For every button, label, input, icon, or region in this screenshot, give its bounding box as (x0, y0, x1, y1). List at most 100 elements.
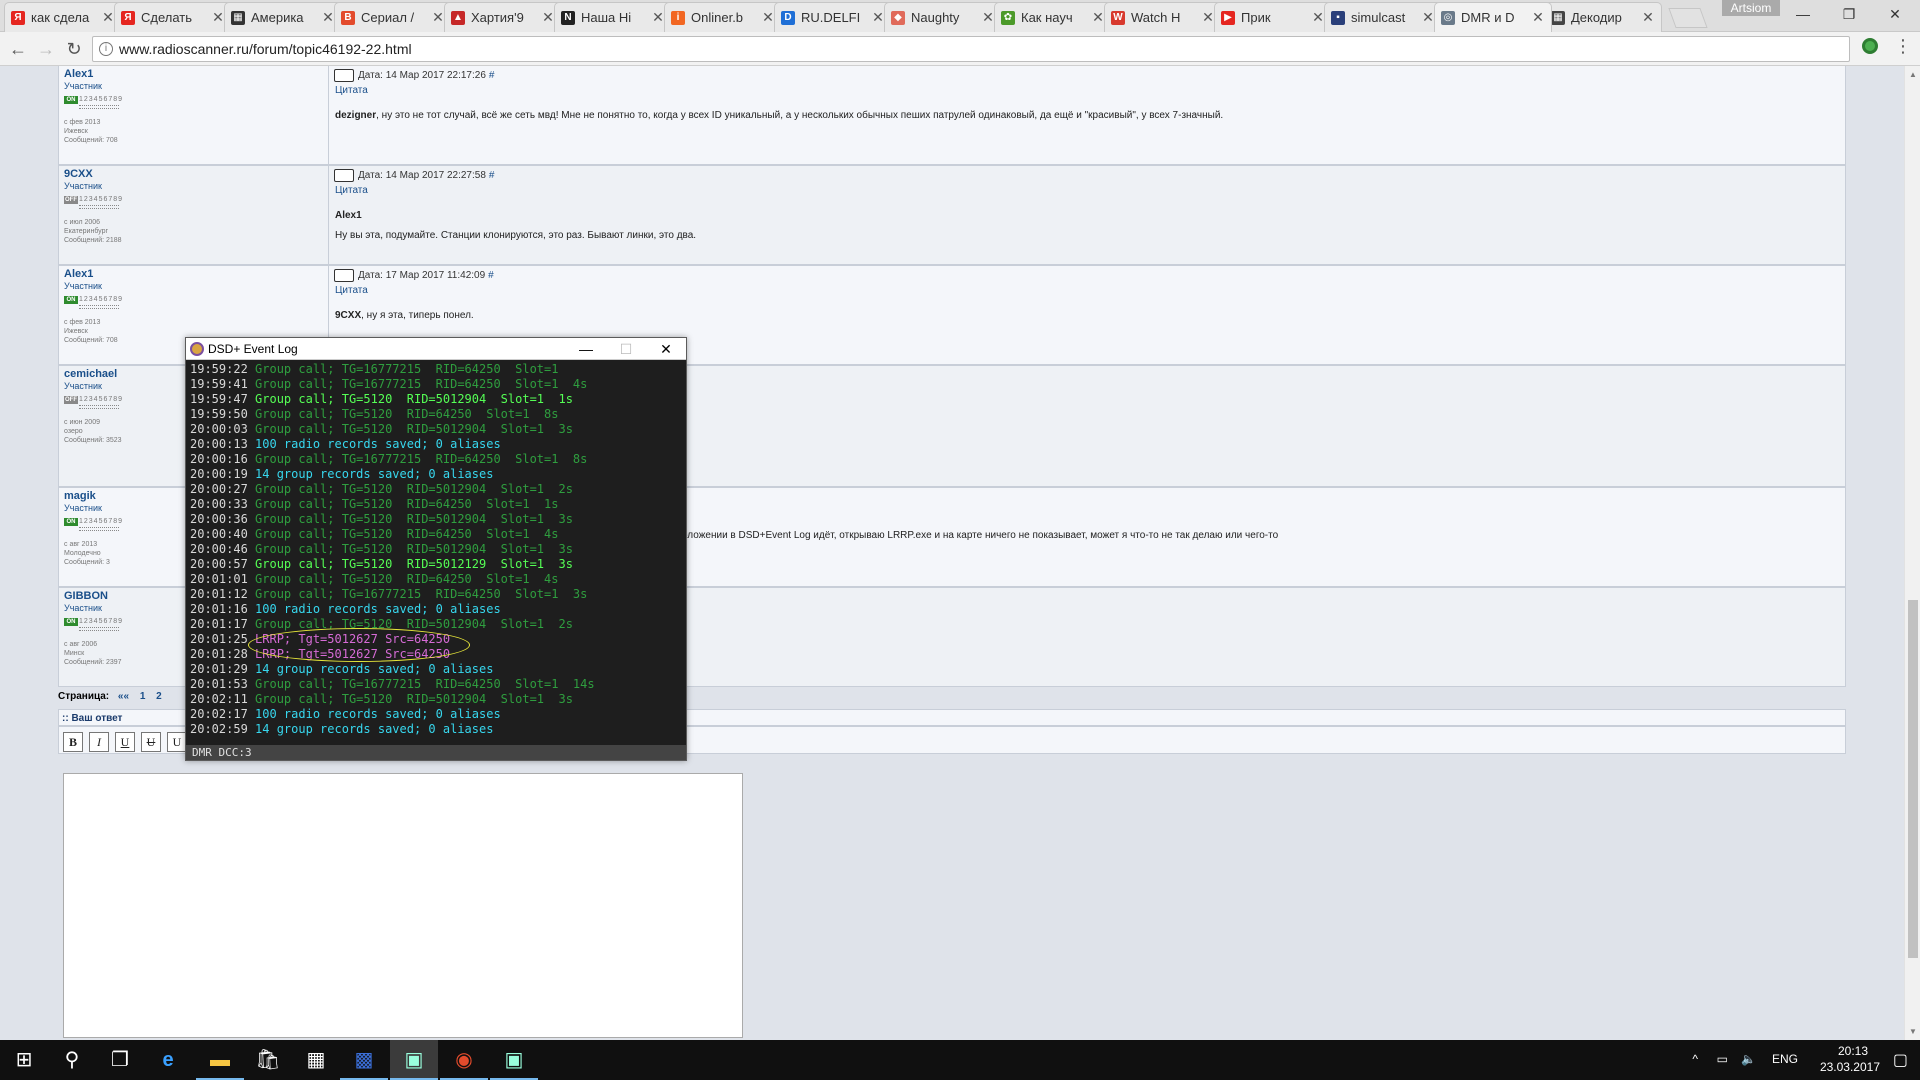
calculator-icon[interactable]: ▦ (292, 1040, 340, 1080)
italic-button[interactable]: I (89, 732, 109, 752)
format-button[interactable]: U (167, 732, 187, 752)
scroll-up-icon[interactable]: ▲ (1909, 70, 1917, 79)
first-page-link[interactable]: «« (118, 691, 129, 702)
new-tab-button[interactable] (1668, 8, 1708, 28)
tab-close-icon[interactable]: ✕ (1531, 9, 1545, 26)
log-time: 20:00:13 (190, 437, 248, 451)
clock-time[interactable]: 20:13 (1838, 1044, 1868, 1058)
profile-button[interactable]: Artsiom (1722, 0, 1780, 16)
author-name[interactable]: cemichael (64, 368, 117, 380)
log-time: 19:59:41 (190, 377, 248, 391)
tab-close-icon[interactable]: ✕ (651, 9, 665, 26)
post-anchor-link[interactable]: # (489, 70, 495, 81)
extension-icon[interactable] (1862, 38, 1878, 54)
author-name[interactable]: magik (64, 490, 96, 502)
page-link-1[interactable]: 1 (140, 691, 146, 702)
page-scrollbar[interactable]: ▲ ▼ (1904, 66, 1920, 1040)
tab-close-icon[interactable]: ✕ (981, 9, 995, 26)
tab-close-icon[interactable]: ✕ (1201, 9, 1215, 26)
author-name[interactable]: GIBBON (64, 590, 108, 602)
info-icon[interactable]: i (99, 42, 113, 56)
browser-tab[interactable]: ▲ Хартия'9 ✕ (444, 2, 562, 32)
app-icon[interactable]: ▣ (390, 1040, 438, 1080)
app-icon[interactable]: ▩ (340, 1040, 388, 1080)
dsd-event-log-window[interactable]: DSD+ Event Log — ☐ ✕ 19:59:22 Group call… (185, 337, 687, 761)
page-link-2[interactable]: 2 (156, 691, 162, 702)
author-name[interactable]: Alex1 (64, 268, 93, 280)
reply-textarea[interactable] (63, 773, 743, 1038)
strike-button[interactable]: U (141, 732, 161, 752)
mention: Alex1 (335, 210, 362, 221)
reload-icon[interactable]: ↻ (62, 37, 86, 61)
scroll-down-icon[interactable]: ▼ (1909, 1027, 1917, 1036)
quote-link[interactable]: Цитата (335, 85, 368, 96)
post-anchor-link[interactable]: # (488, 270, 494, 281)
browser-tab[interactable]: D RU.DELFI ✕ (774, 2, 892, 32)
tab-close-icon[interactable]: ✕ (1091, 9, 1105, 26)
dsd-maximize-icon[interactable]: ☐ (606, 338, 646, 360)
forward-icon[interactable]: → (34, 37, 58, 61)
scrollbar-thumb[interactable] (1908, 600, 1918, 958)
start-icon[interactable]: ⊞ (0, 1040, 48, 1080)
tab-close-icon[interactable]: ✕ (211, 9, 225, 26)
browser-tab[interactable]: ◆ Naughty ✕ (884, 2, 1002, 32)
tab-close-icon[interactable]: ✕ (761, 9, 775, 26)
tab-close-icon[interactable]: ✕ (1421, 9, 1435, 26)
underline-button[interactable]: U (115, 732, 135, 752)
browser-tab[interactable]: ◎ DMR и D ✕ (1434, 2, 1552, 32)
browser-tab[interactable]: W Watch H ✕ (1104, 2, 1222, 32)
rank-scale: 123456789 (79, 96, 124, 103)
quote-link[interactable]: Цитата (335, 185, 368, 196)
store-icon[interactable]: 🛍 (244, 1040, 292, 1080)
dsd-close-icon[interactable]: ✕ (646, 338, 686, 360)
search-icon[interactable]: ⚲ (48, 1040, 96, 1080)
browser-tab[interactable]: Якак сдела ✕ (4, 2, 122, 32)
author-name[interactable]: 9CXX (64, 168, 93, 180)
tab-close-icon[interactable]: ✕ (1641, 9, 1655, 26)
language-indicator[interactable]: ENG (1772, 1052, 1798, 1066)
tab-close-icon[interactable]: ✕ (541, 9, 555, 26)
file-explorer-icon[interactable]: ▬ (196, 1040, 244, 1080)
bold-button[interactable]: B (63, 732, 83, 752)
tab-close-icon[interactable]: ✕ (431, 9, 445, 26)
task-view-icon[interactable]: ❐ (96, 1040, 144, 1080)
browser-tab[interactable]: ▶ Прик ✕ (1214, 2, 1332, 32)
notifications-icon[interactable]: ▢ (1893, 1050, 1908, 1070)
author-name[interactable]: Alex1 (64, 68, 93, 80)
browser-tab[interactable]: ▪ simulcast ✕ (1324, 2, 1442, 32)
minimize-icon[interactable]: — (1780, 0, 1826, 30)
browser-tab[interactable]: i Onliner.b ✕ (664, 2, 782, 32)
browser-tab[interactable]: ▦ Америка ✕ (224, 2, 342, 32)
edge-icon[interactable]: e (144, 1040, 192, 1080)
address-bar[interactable]: i www.radioscanner.ru/forum/topic46192-2… (92, 36, 1850, 62)
log-message: Group call; TG=5120 RID=64250 Slot=1 4s (255, 527, 559, 541)
tray-chevron-icon[interactable]: ^ (1692, 1052, 1698, 1066)
quote-link[interactable]: Цитата (335, 285, 368, 296)
browser-tab[interactable]: B Сериал / ✕ (334, 2, 452, 32)
dsd-minimize-icon[interactable]: — (566, 338, 606, 360)
tab-title: Наша Ні (581, 10, 632, 25)
log-row: 20:00:40 Group call; TG=5120 RID=64250 S… (190, 527, 682, 542)
event-log-list[interactable]: 19:59:22 Group call; TG=16777215 RID=642… (190, 362, 682, 737)
tab-close-icon[interactable]: ✕ (871, 9, 885, 26)
chrome-icon[interactable]: ◉ (440, 1040, 488, 1080)
network-icon[interactable]: ▭ (1717, 1052, 1728, 1066)
browser-tab[interactable]: ▦ Декодир ✕ (1544, 2, 1662, 32)
tab-close-icon[interactable]: ✕ (1311, 9, 1325, 26)
browser-tab[interactable]: N Наша Ні ✕ (554, 2, 672, 32)
rank-bar (79, 627, 119, 631)
close-icon[interactable]: ✕ (1872, 0, 1918, 30)
log-row: 19:59:22 Group call; TG=16777215 RID=642… (190, 362, 682, 377)
dsd-title-bar[interactable]: DSD+ Event Log — ☐ ✕ (186, 338, 686, 360)
volume-icon[interactable]: 🔈 (1741, 1052, 1756, 1066)
back-icon[interactable]: ← (6, 37, 30, 61)
menu-icon[interactable]: ⋮ (1894, 36, 1912, 57)
app-icon[interactable]: ▣ (490, 1040, 538, 1080)
clock-date[interactable]: 23.03.2017 (1820, 1060, 1880, 1074)
tab-close-icon[interactable]: ✕ (321, 9, 335, 26)
post-anchor-link[interactable]: # (489, 170, 495, 181)
browser-tab[interactable]: ✿ Как науч ✕ (994, 2, 1112, 32)
restore-icon[interactable]: ❐ (1826, 0, 1872, 30)
tab-close-icon[interactable]: ✕ (101, 9, 115, 26)
browser-tab[interactable]: Я Сделать ✕ (114, 2, 232, 32)
